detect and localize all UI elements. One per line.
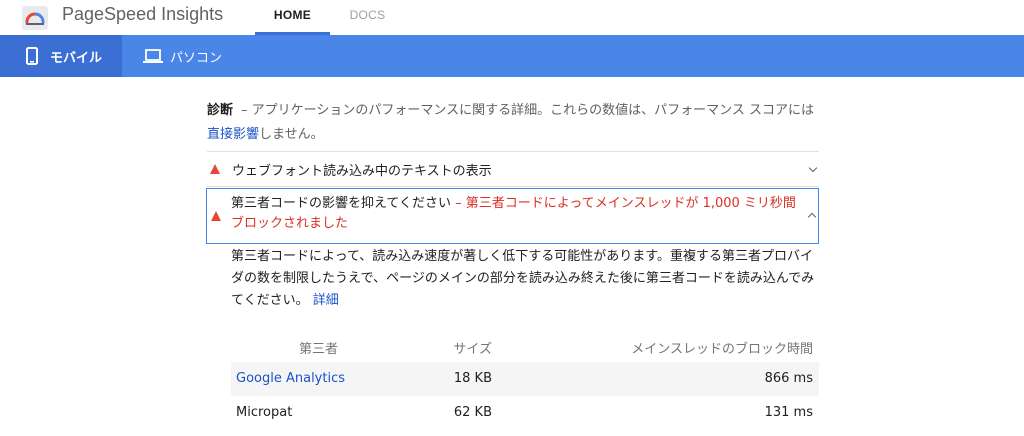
column-header-entity: 第三者 [299, 342, 339, 357]
entity-link-google-analytics[interactable]: Google Analytics [236, 371, 345, 386]
laptop-icon [143, 49, 163, 67]
diagnostics-header: 診断 – アプリケーションのパフォーマンスに関する詳細。これらの数値は、パフォーマ… [207, 99, 819, 147]
column-header-size: サイズ [453, 342, 492, 357]
brand-title: PageSpeed Insights [62, 4, 224, 24]
nav-docs[interactable]: DOCS [335, 0, 400, 35]
cell-blocking-time: 866 ms [764, 371, 813, 386]
audit-title: ウェブフォント読み込み中のテキストの表示 [232, 164, 492, 179]
app-header: PageSpeed Insights HOME DOCS [0, 0, 1024, 35]
cell-size: 18 KB [453, 371, 492, 386]
audit-title-line: 第三者コードの影響を抑えてください – 第三者コードによってメインスレッドが 1… [231, 194, 801, 234]
diagnostics-intro-tail: しません。 [259, 127, 324, 142]
column-header-blocking-time: メインスレッドのブロック時間 [631, 342, 813, 357]
cell-blocking-time: 131 ms [764, 405, 813, 420]
warning-triangle-icon [210, 164, 220, 174]
audit-third-party-summary[interactable]: 第三者コードの影響を抑えてください – 第三者コードによってメインスレッドが 1… [206, 188, 819, 244]
smartphone-icon [26, 47, 38, 69]
tab-desktop-label: パソコン [170, 51, 223, 66]
table-row: Google Analytics 18 KB 866 ms [231, 362, 819, 396]
audit-title: 第三者コードの影響を抑えてください [231, 196, 451, 211]
warning-triangle-icon [211, 211, 221, 221]
chevron-down-icon [808, 163, 818, 173]
diagnostics-title: 診断 [207, 103, 234, 118]
table-row: Micropat 62 KB 131 ms [231, 396, 819, 430]
table-header: 第三者 サイズ メインスレッドのブロック時間 [231, 330, 819, 362]
tab-mobile[interactable]: モバイル [0, 35, 122, 77]
pagespeed-logo-icon [22, 6, 48, 30]
learn-more-link[interactable]: 詳細 [313, 293, 339, 308]
device-tab-bar: モバイル パソコン [0, 35, 1024, 77]
nav-home[interactable]: HOME [255, 0, 330, 35]
divider [207, 186, 819, 187]
third-party-table: 第三者 サイズ メインスレッドのブロック時間 Google Analytics … [231, 330, 819, 430]
cell-size: 62 KB [453, 405, 492, 420]
tab-mobile-label: モバイル [50, 51, 103, 66]
cell-entity: Micropat [236, 405, 293, 420]
audit-webfont-display[interactable]: ウェブフォント読み込み中のテキストの表示 [207, 152, 819, 186]
tab-desktop[interactable]: パソコン [122, 35, 242, 77]
audit-description: 第三者コードによって、読み込み速度が著しく低下する可能性があります。重複する第三… [231, 246, 821, 312]
direct-impact-link[interactable]: 直接影響 [207, 127, 259, 142]
diagnostics-intro: – アプリケーションのパフォーマンスに関する詳細。これらの数値は、パフォーマンス… [241, 103, 815, 118]
chevron-up-icon [807, 212, 817, 222]
